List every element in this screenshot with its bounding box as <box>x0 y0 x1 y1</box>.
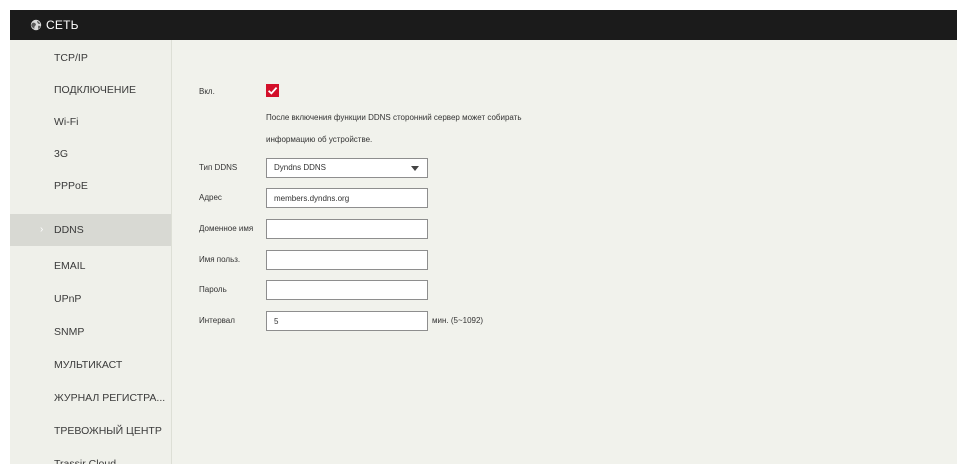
sidebar-item-label: ПОДКЛЮЧЕНИЕ <box>54 84 136 96</box>
app-window: СЕТЬ TCP/IP ПОДКЛЮЧЕНИЕ Wi-Fi 3G PPPoE ›… <box>10 10 957 464</box>
sidebar-item-label: PPPoE <box>54 180 88 192</box>
title-bar: СЕТЬ <box>10 10 957 40</box>
domain-name-label: Доменное имя <box>199 224 254 233</box>
enable-label: Вкл. <box>199 87 215 96</box>
sidebar-item-label: Wi-Fi <box>54 116 79 128</box>
chevron-down-icon <box>411 166 419 171</box>
interval-label: Интервал <box>199 316 235 325</box>
sidebar-item-log[interactable]: ЖУРНАЛ РЕГИСТРА... <box>10 382 171 414</box>
ddns-privacy-note-line2: информацию об устройстве. <box>266 135 373 144</box>
sidebar-item-label: ТРЕВОЖНЫЙ ЦЕНТР <box>54 425 162 437</box>
sidebar-item-label: DDNS <box>54 224 84 236</box>
sidebar-item-label: SNMP <box>54 326 85 338</box>
globe-icon <box>30 19 42 31</box>
sidebar-item-connection[interactable]: ПОДКЛЮЧЕНИЕ <box>10 74 171 106</box>
sidebar-item-pppoe[interactable]: PPPoE <box>10 170 171 202</box>
sidebar: TCP/IP ПОДКЛЮЧЕНИЕ Wi-Fi 3G PPPoE › DDNS… <box>10 40 172 464</box>
sidebar-item-trassir-cloud[interactable]: Trassir Cloud <box>10 448 171 464</box>
enable-checkbox[interactable] <box>266 84 279 97</box>
sidebar-item-upnp[interactable]: UPnP <box>10 283 171 315</box>
username-label: Имя польз. <box>199 255 241 264</box>
sidebar-item-label: МУЛЬТИКАСТ <box>54 359 123 371</box>
sidebar-item-label: TCP/IP <box>54 52 88 64</box>
ddns-type-select[interactable]: Dyndns DDNS <box>266 158 428 178</box>
sidebar-item-wifi[interactable]: Wi-Fi <box>10 106 171 138</box>
sidebar-item-label: 3G <box>54 148 69 160</box>
interval-unit: мин. (5~1092) <box>432 316 484 325</box>
password-label: Пароль <box>199 285 227 294</box>
address-label: Адрес <box>199 193 222 202</box>
ddns-type-value: Dyndns DDNS <box>274 163 327 172</box>
sidebar-item-label: EMAIL <box>54 260 86 272</box>
sidebar-item-3g[interactable]: 3G <box>10 138 171 170</box>
checkmark-icon <box>267 86 278 95</box>
sidebar-item-label: UPnP <box>54 293 82 305</box>
sidebar-item-email[interactable]: EMAIL <box>10 250 171 282</box>
chevron-right-icon: › <box>40 224 44 235</box>
sidebar-item-label: Trassir Cloud <box>54 458 117 464</box>
username-input[interactable] <box>266 250 428 270</box>
domain-name-input[interactable] <box>266 219 428 239</box>
page-title: СЕТЬ <box>46 18 79 32</box>
address-input[interactable] <box>266 188 428 208</box>
sidebar-item-ddns[interactable]: › DDNS <box>10 214 171 246</box>
ddns-settings-panel: Вкл. После включения функции DDNS сторон… <box>172 40 957 464</box>
sidebar-item-multicast[interactable]: МУЛЬТИКАСТ <box>10 349 171 381</box>
sidebar-item-label: ЖУРНАЛ РЕГИСТРА... <box>54 392 166 404</box>
password-input[interactable] <box>266 280 428 300</box>
interval-input[interactable] <box>266 311 428 331</box>
sidebar-item-snmp[interactable]: SNMP <box>10 316 171 348</box>
ddns-privacy-note-line1: После включения функции DDNS сторонний с… <box>266 113 522 122</box>
ddns-type-label: Тип DDNS <box>199 163 238 172</box>
sidebar-item-alarm-center[interactable]: ТРЕВОЖНЫЙ ЦЕНТР <box>10 415 171 447</box>
sidebar-item-tcpip[interactable]: TCP/IP <box>10 42 171 74</box>
